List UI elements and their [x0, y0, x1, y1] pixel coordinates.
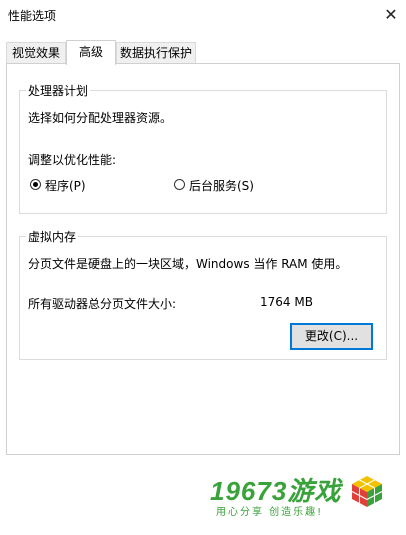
tab-advanced[interactable]: 高级	[66, 40, 116, 65]
processor-scheduling-legend: 处理器计划	[26, 82, 91, 99]
window-title: 性能选项	[8, 9, 57, 23]
processor-description: 选择如何分配处理器资源。	[28, 111, 173, 125]
virtual-memory-legend: 虚拟内存	[26, 228, 79, 245]
tab-panel-advanced: 处理器计划 选择如何分配处理器资源。 调整以优化性能: 程序(P) 后台服务(S…	[6, 63, 400, 455]
programs-radio-label[interactable]: 程序(P)	[45, 177, 86, 194]
programs-radio[interactable]	[30, 179, 41, 190]
watermark-logo: 19673游戏 用心分享 创造乐趣!	[210, 469, 390, 521]
processor-scheduling-group: 处理器计划 选择如何分配处理器资源。 调整以优化性能: 程序(P) 后台服务(S…	[19, 82, 387, 214]
background-services-radio-label[interactable]: 后台服务(S)	[189, 177, 254, 194]
paging-file-size-value: 1764 MB	[260, 295, 313, 309]
close-icon[interactable]: ✕	[376, 0, 406, 30]
tab-visual-effects[interactable]: 视觉效果	[6, 42, 66, 63]
change-button[interactable]: 更改(C)...	[290, 323, 373, 350]
adjust-performance-label: 调整以优化性能:	[28, 153, 117, 167]
background-services-radio[interactable]	[174, 179, 185, 190]
title-bar: 性能选项 ✕	[0, 0, 406, 30]
rubiks-cube-icon	[351, 476, 383, 507]
paging-file-size-label: 所有驱动器总分页文件大小:	[28, 297, 177, 311]
tab-data-execution-prevention[interactable]: 数据执行保护	[116, 42, 196, 63]
watermark-slogan: 用心分享 创造乐趣!	[216, 507, 324, 518]
virtual-memory-description: 分页文件是硬盘上的一块区域，Windows 当作 RAM 使用。	[28, 257, 348, 271]
virtual-memory-group: 虚拟内存 分页文件是硬盘上的一块区域，Windows 当作 RAM 使用。 所有…	[19, 228, 387, 360]
